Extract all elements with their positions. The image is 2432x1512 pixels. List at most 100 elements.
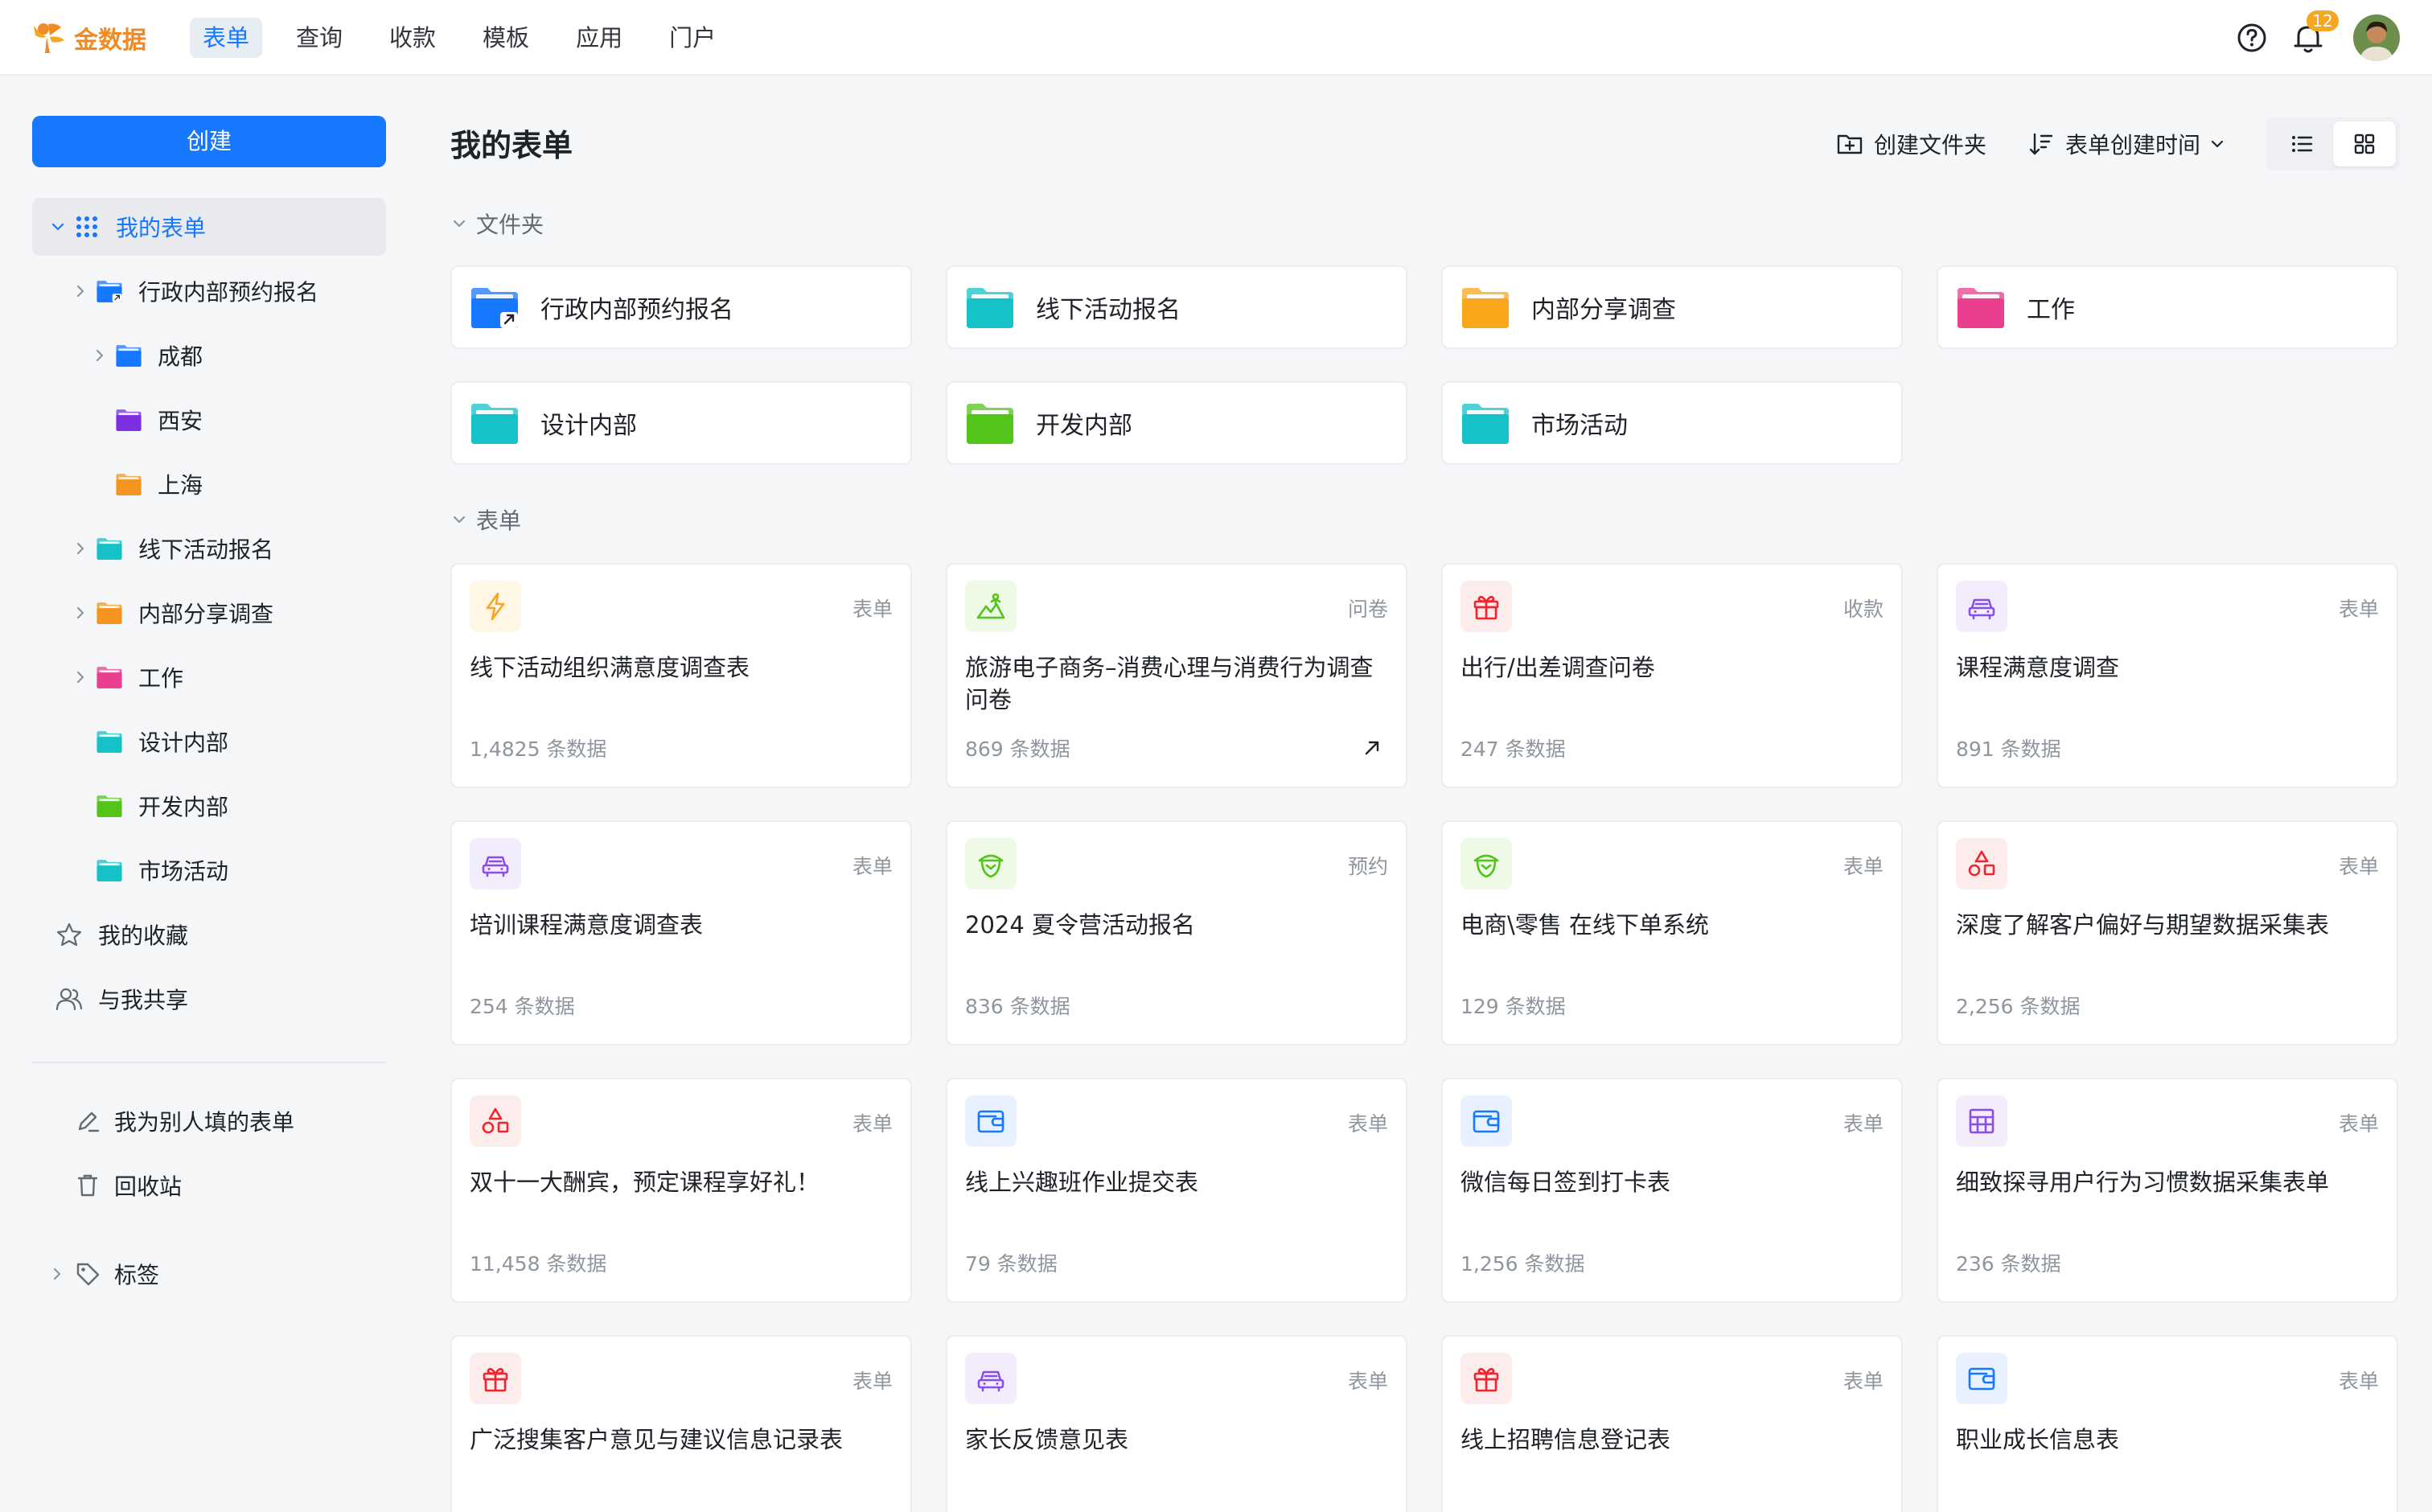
nav-tab-0[interactable]: 表单 <box>190 18 263 58</box>
form-card[interactable]: 表单 线上兴趣班作业提交表 79 条数据 <box>946 1078 1407 1303</box>
folder-icon <box>1460 401 1510 446</box>
sidebar-item-11[interactable]: 我的收藏 <box>32 906 386 963</box>
external-link-icon[interactable] <box>1361 737 1383 759</box>
chevron-down-icon <box>453 516 466 524</box>
form-card[interactable]: 表单 课程满意度调查 891 条数据 <box>1937 563 2398 788</box>
folder-name: 工作 <box>2027 296 2075 324</box>
create-folder-button[interactable]: 创建文件夹 <box>1835 128 1986 160</box>
form-card[interactable]: 问卷 旅游电子商务–消费心理与消费行为调查问卷 869 条数据 <box>946 563 1407 788</box>
form-card[interactable]: 收款 出行/出差调查问卷 247 条数据 <box>1441 563 1903 788</box>
form-entry-count: 869 条数据 <box>965 738 1070 761</box>
form-entry-count: 11,458 条数据 <box>470 1252 607 1276</box>
avatar[interactable] <box>2353 14 2400 61</box>
list-icon <box>2292 136 2313 152</box>
main-nav: 表单 查询 收款 模板 应用 门户 <box>190 18 750 58</box>
folder-tree: 我的表单 行政内部预约报名 成都 西安 上海 线下活动报名 内部分享调查 工作 … <box>32 198 386 1034</box>
users-icon <box>55 987 84 1011</box>
form-card[interactable]: 表单 职业成长信息表 <box>1937 1335 2398 1512</box>
sidebar-item-label: 线下活动报名 <box>138 536 274 563</box>
spacer <box>90 410 109 429</box>
folder-shared-icon <box>470 285 520 330</box>
form-card[interactable]: 表单 培训课程满意度调查表 254 条数据 <box>450 820 912 1046</box>
list-view-button[interactable] <box>2270 121 2333 166</box>
folder-card[interactable]: 市场活动 <box>1441 381 1903 465</box>
form-card[interactable]: 表单 电商\零售 在线下单系统 129 条数据 <box>1441 820 1903 1046</box>
form-name: 出行/出差调查问卷 <box>1460 654 1655 681</box>
form-entry-count: 1,256 条数据 <box>1460 1252 1585 1276</box>
chevron-right-icon[interactable] <box>71 281 90 301</box>
chevron-right-icon <box>53 1268 61 1280</box>
notification-button[interactable]: 12 <box>2290 10 2339 55</box>
sidebar-item-9[interactable]: 开发内部 <box>32 777 386 835</box>
sidebar-item-label: 行政内部预约报名 <box>138 279 319 306</box>
chevron-right-icon[interactable] <box>71 539 90 558</box>
folder-card[interactable]: 开发内部 <box>946 381 1407 465</box>
acorn-icon <box>965 838 1017 890</box>
folder-card[interactable]: 行政内部预约报名 <box>450 265 912 349</box>
chevron-right-icon[interactable] <box>90 346 109 365</box>
form-card[interactable]: 表单 细致探寻用户行为习惯数据采集表单 236 条数据 <box>1937 1078 2398 1303</box>
nav-tab-1[interactable]: 查询 <box>283 18 355 58</box>
folder-shared-icon <box>95 279 124 303</box>
help-circle-icon[interactable] <box>2236 22 2268 54</box>
create-button[interactable]: 创建 <box>32 116 386 167</box>
brand[interactable]: 金数据 <box>29 18 146 58</box>
sidebar-item-filled-for-others[interactable]: 我为别人填的表单 <box>32 1092 386 1150</box>
folder-card[interactable]: 工作 <box>1937 265 2398 349</box>
sidebar-item-1[interactable]: 行政内部预约报名 <box>32 262 386 320</box>
sidebar-item-label: 我的收藏 <box>98 922 189 949</box>
form-name: 电商\零售 在线下单系统 <box>1460 911 1709 939</box>
folder-name: 行政内部预约报名 <box>540 296 733 324</box>
forms-section-toggle[interactable]: 表单 <box>450 503 521 536</box>
nav-tab-3[interactable]: 模板 <box>470 18 542 58</box>
form-card[interactable]: 表单 线下活动组织满意度调查表 1,4825 条数据 <box>450 563 912 788</box>
form-entry-count: 79 条数据 <box>965 1252 1058 1276</box>
folder-card[interactable]: 内部分享调查 <box>1441 265 1903 349</box>
sidebar-item-10[interactable]: 市场活动 <box>32 841 386 899</box>
folder-card[interactable]: 线下活动报名 <box>946 265 1407 349</box>
sidebar-item-2[interactable]: 成都 <box>32 327 386 384</box>
sidebar-item-7[interactable]: 工作 <box>32 648 386 706</box>
grid-view-button[interactable] <box>2333 121 2396 166</box>
sidebar-item-label: 工作 <box>138 665 184 692</box>
folder-card[interactable]: 设计内部 <box>450 381 912 465</box>
folder-name: 线下活动报名 <box>1036 296 1181 324</box>
folder-name: 市场活动 <box>1531 412 1628 440</box>
sidebar-item-label: 我的表单 <box>116 215 207 241</box>
sort-dropdown[interactable]: 表单创建时间 <box>2027 128 2226 160</box>
form-name: 旅游电子商务–消费心理与消费行为调查问卷 <box>965 654 1374 713</box>
form-card[interactable]: 表单 线上招聘信息登记表 <box>1441 1335 1903 1512</box>
form-name: 培训课程满意度调查表 <box>470 911 704 939</box>
folders-section-toggle[interactable]: 文件夹 <box>450 207 544 240</box>
form-type-label: 表单 <box>852 1112 893 1136</box>
form-name: 线上兴趣班作业提交表 <box>965 1169 1199 1196</box>
folder-icon <box>1956 285 2006 330</box>
form-type-label: 表单 <box>1842 855 1884 878</box>
form-card[interactable]: 预约 2024 夏令营活动报名 836 条数据 <box>946 820 1407 1046</box>
sidebar-item-8[interactable]: 设计内部 <box>32 713 386 770</box>
grid-dots-icon <box>72 215 101 239</box>
chevron-down-icon[interactable] <box>48 217 68 236</box>
sidebar-item-3[interactable]: 西安 <box>32 391 386 449</box>
form-card[interactable]: 表单 双十一大酬宾，预定课程享好礼！ 11,458 条数据 <box>450 1078 912 1303</box>
form-name: 微信每日签到打卡表 <box>1460 1169 1671 1196</box>
nav-tab-2[interactable]: 收款 <box>376 18 449 58</box>
form-type-label: 预约 <box>1347 855 1388 878</box>
sidebar-item-0[interactable]: 我的表单 <box>32 198 386 256</box>
nav-tab-5[interactable]: 门户 <box>656 18 729 58</box>
chevron-right-icon[interactable] <box>71 668 90 687</box>
form-card[interactable]: 表单 微信每日签到打卡表 1,256 条数据 <box>1441 1078 1903 1303</box>
sidebar-item-4[interactable]: 上海 <box>32 455 386 513</box>
sidebar-item-6[interactable]: 内部分享调查 <box>32 584 386 642</box>
sidebar-item-tags[interactable]: 标签 <box>32 1245 386 1303</box>
folder-icon <box>95 665 124 689</box>
sidebar-item-12[interactable]: 与我共享 <box>32 970 386 1028</box>
sidebar-item-trash[interactable]: 回收站 <box>32 1157 386 1214</box>
sidebar-item-5[interactable]: 线下活动报名 <box>32 520 386 577</box>
gift-icon <box>1460 1353 1512 1404</box>
form-card[interactable]: 表单 广泛搜集客户意见与建议信息记录表 <box>450 1335 912 1512</box>
nav-tab-4[interactable]: 应用 <box>563 18 635 58</box>
chevron-right-icon[interactable] <box>71 603 90 622</box>
form-card[interactable]: 表单 深度了解客户偏好与期望数据采集表 2,256 条数据 <box>1937 820 2398 1046</box>
form-card[interactable]: 表单 家长反馈意见表 <box>946 1335 1407 1512</box>
